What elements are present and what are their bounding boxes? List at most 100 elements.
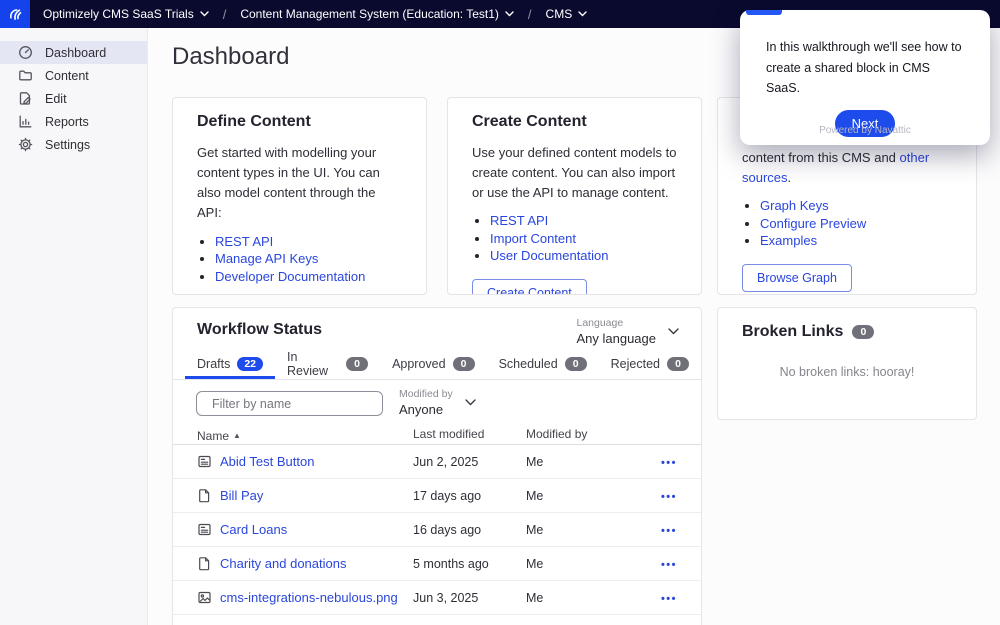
row-modified-by: Me: [526, 523, 636, 537]
breadcrumb-separator: /: [525, 7, 535, 22]
modified-by-value: Anyone: [399, 402, 453, 417]
column-header-modified-by[interactable]: Modified by: [526, 427, 636, 444]
page-title: Dashboard: [172, 43, 289, 71]
language-label: Language: [576, 317, 656, 329]
row-modified-by: Me: [526, 489, 636, 503]
sidebar-item-label: Dashboard: [45, 46, 106, 60]
in-review-count-badge: 0: [346, 357, 368, 371]
graph-card-body: content from this CMS and other sources.: [742, 148, 952, 188]
broken-links-count-badge: 0: [852, 325, 874, 339]
row-menu-icon[interactable]: [661, 593, 677, 605]
row-menu-icon[interactable]: [661, 525, 677, 537]
create-content-card: Create Content Use your defined content …: [447, 97, 702, 295]
row-name-link[interactable]: Abid Test Button: [220, 454, 314, 469]
create-content-body: Use your defined content models to creat…: [472, 143, 677, 203]
reports-icon: [18, 114, 33, 129]
chevron-down-icon: [200, 11, 209, 17]
breadcrumb-separator: /: [220, 7, 230, 22]
workflow-tabs: Drafts 22 In Review 0 Approved 0 Schedul…: [185, 352, 701, 379]
breadcrumb-app[interactable]: CMS: [546, 7, 588, 21]
folder-icon: [18, 68, 33, 83]
breadcrumb: Optimizely CMS SaaS Trials / Content Man…: [43, 7, 587, 22]
sidebar-item-label: Content: [45, 69, 89, 83]
workflow-status-title: Workflow Status: [197, 321, 322, 339]
chevron-down-icon: [578, 11, 587, 17]
row-last-modified: 16 days ago: [413, 523, 526, 537]
row-last-modified: Jun 2, 2025: [413, 455, 526, 469]
link-import-content[interactable]: Import Content: [490, 231, 576, 246]
table-row: cms-integrations-nebulous.png Jun 3, 202…: [173, 581, 701, 615]
link-rest-api[interactable]: REST API: [215, 234, 273, 249]
sidebar-item-content[interactable]: Content: [0, 64, 147, 87]
table-row: Abid Test Button Jun 2, 2025 Me: [173, 445, 701, 479]
filter-field: [196, 391, 383, 416]
tab-approved[interactable]: Approved 0: [380, 352, 487, 379]
browse-graph-button[interactable]: Browse Graph: [742, 264, 852, 292]
table-row: Card Loans 16 days ago Me: [173, 513, 701, 547]
optimizely-logo-icon: [8, 7, 23, 22]
modified-by-selector[interactable]: Modified by Anyone: [399, 388, 476, 417]
sidebar-item-label: Edit: [45, 92, 67, 106]
walkthrough-progress-bar: [746, 10, 782, 15]
link-user-documentation[interactable]: User Documentation: [490, 248, 609, 263]
create-content-button[interactable]: Create Content: [472, 279, 587, 295]
column-header-name[interactable]: Name ▲: [197, 427, 413, 444]
row-modified-by: Me: [526, 591, 636, 605]
breadcrumb-app-label: CMS: [546, 7, 573, 21]
row-name-link[interactable]: cms-integrations-nebulous.png: [220, 590, 398, 605]
link-rest-api[interactable]: REST API: [490, 213, 548, 228]
row-name-link[interactable]: Charity and donations: [220, 556, 346, 571]
breadcrumb-project[interactable]: Content Management System (Education: Te…: [240, 7, 514, 21]
row-menu-icon[interactable]: [661, 457, 677, 469]
breadcrumb-org-label: Optimizely CMS SaaS Trials: [43, 7, 194, 21]
page-icon: [197, 556, 212, 571]
sidebar-item-edit[interactable]: Edit: [0, 87, 147, 110]
link-examples[interactable]: Examples: [760, 233, 817, 248]
edit-icon: [18, 91, 33, 106]
tab-in-review[interactable]: In Review 0: [275, 352, 380, 379]
image-icon: [197, 590, 212, 605]
drafts-count-badge: 22: [237, 357, 263, 371]
row-name-link[interactable]: Card Loans: [220, 522, 287, 537]
walkthrough-footer: Powered by Navattic: [740, 125, 990, 136]
row-last-modified: Jun 3, 2025: [413, 591, 526, 605]
row-modified-by: Me: [526, 557, 636, 571]
row-menu-icon[interactable]: [661, 559, 677, 571]
walkthrough-popup: In this walkthrough we'll see how to cre…: [740, 10, 990, 145]
sidebar-item-reports[interactable]: Reports: [0, 110, 147, 133]
link-developer-documentation[interactable]: Developer Documentation: [215, 269, 365, 284]
link-configure-preview[interactable]: Configure Preview: [760, 216, 866, 231]
scheduled-count-badge: 0: [565, 357, 587, 371]
link-graph-keys[interactable]: Graph Keys: [760, 198, 829, 213]
define-content-links: REST API Manage API Keys Developer Docum…: [215, 234, 402, 284]
language-selector[interactable]: Language Any language: [576, 317, 679, 346]
sidebar-item-dashboard[interactable]: Dashboard: [0, 41, 147, 64]
row-menu-icon[interactable]: [661, 491, 677, 503]
chevron-down-icon: [668, 328, 679, 335]
column-header-last-modified[interactable]: Last modified: [413, 427, 526, 444]
optimizely-logo[interactable]: [0, 0, 30, 28]
workflow-status-card: Workflow Status Language Any language Dr…: [172, 307, 702, 625]
row-name-link[interactable]: Bill Pay: [220, 488, 263, 503]
broken-links-empty-text: No broken links: hooray!: [718, 365, 976, 379]
sidebar-item-label: Reports: [45, 115, 89, 129]
create-content-links: REST API Import Content User Documentati…: [490, 213, 677, 263]
tab-scheduled[interactable]: Scheduled 0: [487, 352, 599, 379]
language-value: Any language: [576, 331, 656, 346]
table-body: Abid Test Button Jun 2, 2025 Me Bill Pay…: [173, 445, 701, 615]
table-header: Name ▲ Last modified Modified by: [173, 427, 701, 444]
tab-drafts[interactable]: Drafts 22: [185, 352, 275, 379]
tabs-divider: [173, 379, 701, 380]
gauge-icon: [18, 45, 33, 60]
broken-links-card: Broken Links 0 No broken links: hooray!: [717, 307, 977, 420]
chevron-down-icon: [465, 399, 476, 406]
chevron-down-icon: [505, 11, 514, 17]
breadcrumb-org[interactable]: Optimizely CMS SaaS Trials: [43, 7, 209, 21]
filter-by-name-input[interactable]: [212, 397, 373, 411]
link-manage-api-keys[interactable]: Manage API Keys: [215, 251, 318, 266]
page-icon: [197, 488, 212, 503]
table-row: Bill Pay 17 days ago Me: [173, 479, 701, 513]
row-modified-by: Me: [526, 455, 636, 469]
tab-rejected[interactable]: Rejected 0: [599, 352, 701, 379]
sidebar-item-settings[interactable]: Settings: [0, 133, 147, 156]
